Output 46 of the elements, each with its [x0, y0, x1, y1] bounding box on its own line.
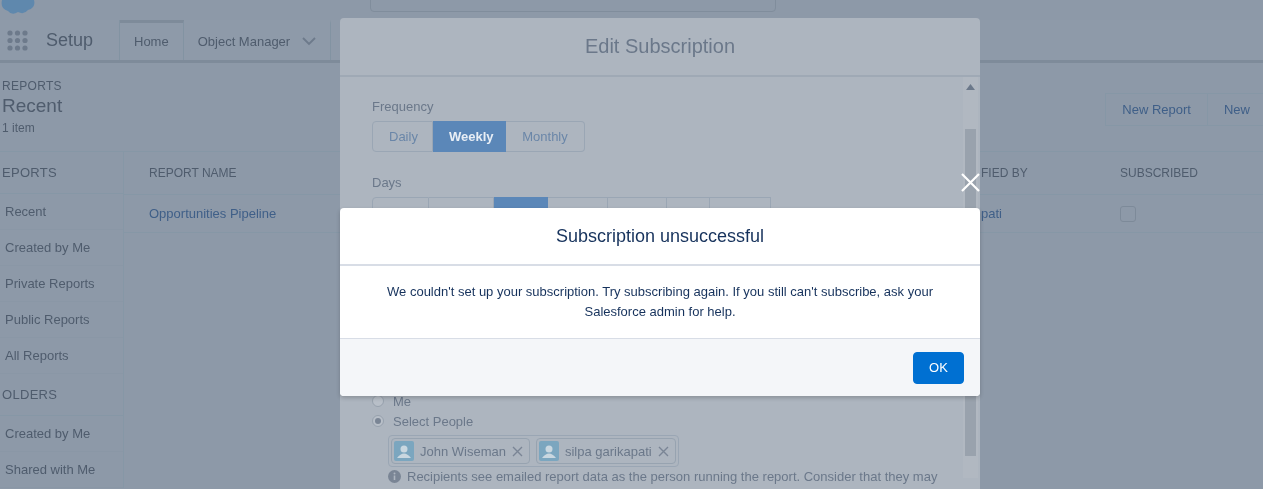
page-title: Recent [2, 95, 63, 117]
item-count: 1 item [2, 121, 35, 135]
ok-button[interactable]: OK [913, 351, 964, 384]
app-launcher-icon[interactable] [7, 29, 28, 51]
app-name: Setup [46, 29, 94, 51]
recipient-name: silpa garikapati [565, 443, 652, 459]
scroll-up-icon[interactable] [966, 84, 975, 90]
chevron-down-icon [302, 37, 317, 46]
nav-tab[interactable]: Home [120, 20, 184, 60]
user-avatar-icon [394, 441, 414, 461]
column-header: FIED BY [981, 166, 1028, 180]
sidebar-item[interactable]: Public Reports [0, 302, 123, 338]
sidebar-item[interactable]: Shared with Me [0, 452, 123, 488]
new-button[interactable]: New [1208, 93, 1263, 126]
remove-icon[interactable] [657, 445, 669, 457]
radio-label: Me [393, 393, 412, 409]
info-text: Recipients see emailed report data as the person running the report. Consider that they may [407, 469, 938, 484]
column-header: REPORT NAME [149, 166, 237, 180]
info-icon [388, 470, 401, 483]
sidebar-item[interactable]: Created by Me [0, 416, 123, 452]
sidebar-heading: EPORTS [0, 152, 123, 194]
sidebar-item[interactable]: Recent [0, 194, 123, 230]
dialog-title: Subscription unsuccessful [340, 208, 980, 266]
frequency-option[interactable]: Weekly [433, 121, 506, 152]
field-label: Frequency [372, 98, 434, 116]
sidebar-item[interactable]: Private Reports [0, 266, 123, 302]
sidebar-item[interactable]: All Reports [0, 338, 123, 374]
sidebar-heading: OLDERS [0, 374, 123, 416]
user-avatar-icon [539, 441, 559, 461]
dialog-message: We couldn't set up your subscription. Try subscribing again. If you still can't subscribe, ask your Salesforce admin for help. [386, 283, 934, 321]
remove-icon[interactable] [512, 445, 523, 457]
frequency-option[interactable]: Monthly [506, 121, 585, 152]
report-link[interactable]: Opportunities Pipeline [149, 206, 277, 221]
cloud-logo [0, 0, 36, 14]
field-label: Days [372, 174, 402, 192]
table-cell: pati [981, 206, 1002, 221]
close-icon[interactable] [961, 173, 980, 192]
radio-button[interactable] [372, 415, 384, 427]
page-eyebrow: REPORTS [2, 79, 62, 93]
nav-tab[interactable]: Object Manager [183, 20, 332, 60]
radio-label: Select People [393, 413, 474, 429]
sidebar-item[interactable]: Created by Me [0, 230, 123, 266]
modal-title: Edit Subscription [340, 18, 980, 77]
recipient-name: John Wiseman [420, 443, 506, 459]
new-button[interactable]: New Report [1105, 93, 1208, 126]
column-header: SUBSCRIBED [1120, 166, 1199, 180]
